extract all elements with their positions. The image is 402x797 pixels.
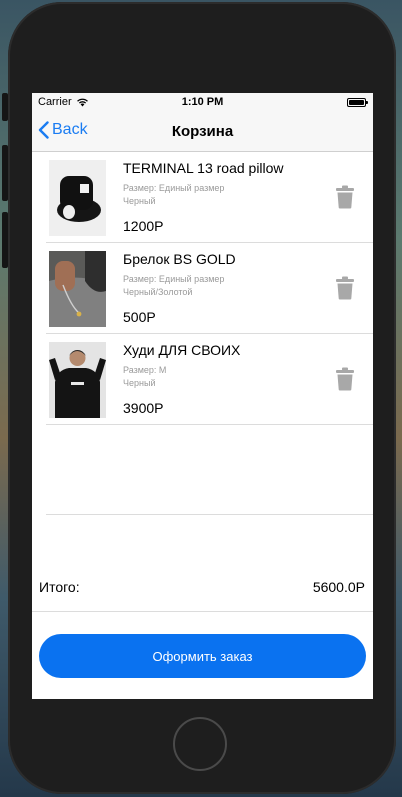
volume-down-button [2, 212, 8, 268]
checkout-button[interactable]: Оформить заказ [39, 634, 366, 678]
clock: 1:10 PM [181, 96, 224, 108]
home-button[interactable] [173, 717, 227, 771]
item-size: Размер: Единый размер [123, 274, 225, 284]
item-name: Брелок BS GOLD [123, 251, 236, 267]
item-name: TERMINAL 13 road pillow [123, 160, 284, 176]
item-color: Черный/Золотой [123, 287, 193, 297]
item-price: 3900Р [123, 400, 164, 416]
item-price: 1200Р [123, 218, 164, 234]
item-size: Размер: Единый размер [123, 183, 225, 193]
status-bar: Carrier 1:10 PM [32, 93, 373, 113]
mute-switch [2, 93, 8, 121]
cart-item[interactable]: Худи ДЛЯ СВОИХ Размер: M Черный 3900Р [46, 334, 373, 425]
total-label: Итого: [39, 579, 80, 595]
item-color: Черный [123, 378, 156, 388]
total-value: 5600.0Р [312, 579, 365, 595]
divider [46, 514, 373, 515]
divider [32, 611, 373, 612]
item-color: Черный [123, 196, 156, 206]
cart-list: TERMINAL 13 road pillow Размер: Единый р… [46, 152, 373, 425]
item-size: Размер: M [123, 365, 167, 375]
product-image-pillow [49, 160, 106, 236]
page-title: Корзина [171, 123, 234, 140]
battery-icon [347, 98, 368, 107]
app-screen: Carrier 1:10 PM Back Корзина TERMINAL 13… [32, 93, 373, 699]
volume-up-button [2, 145, 8, 201]
trash-icon[interactable] [335, 367, 355, 391]
item-name: Худи ДЛЯ СВОИХ [123, 342, 241, 358]
product-image-keychain [49, 251, 106, 327]
item-price: 500Р [123, 309, 156, 325]
trash-icon[interactable] [335, 276, 355, 300]
product-image-hoodie [49, 342, 106, 418]
cart-item[interactable]: Брелок BS GOLD Размер: Единый размер Чер… [46, 243, 373, 334]
navigation-bar: Back Корзина [32, 113, 373, 152]
trash-icon[interactable] [335, 185, 355, 209]
cart-item[interactable]: TERMINAL 13 road pillow Размер: Единый р… [46, 152, 373, 243]
